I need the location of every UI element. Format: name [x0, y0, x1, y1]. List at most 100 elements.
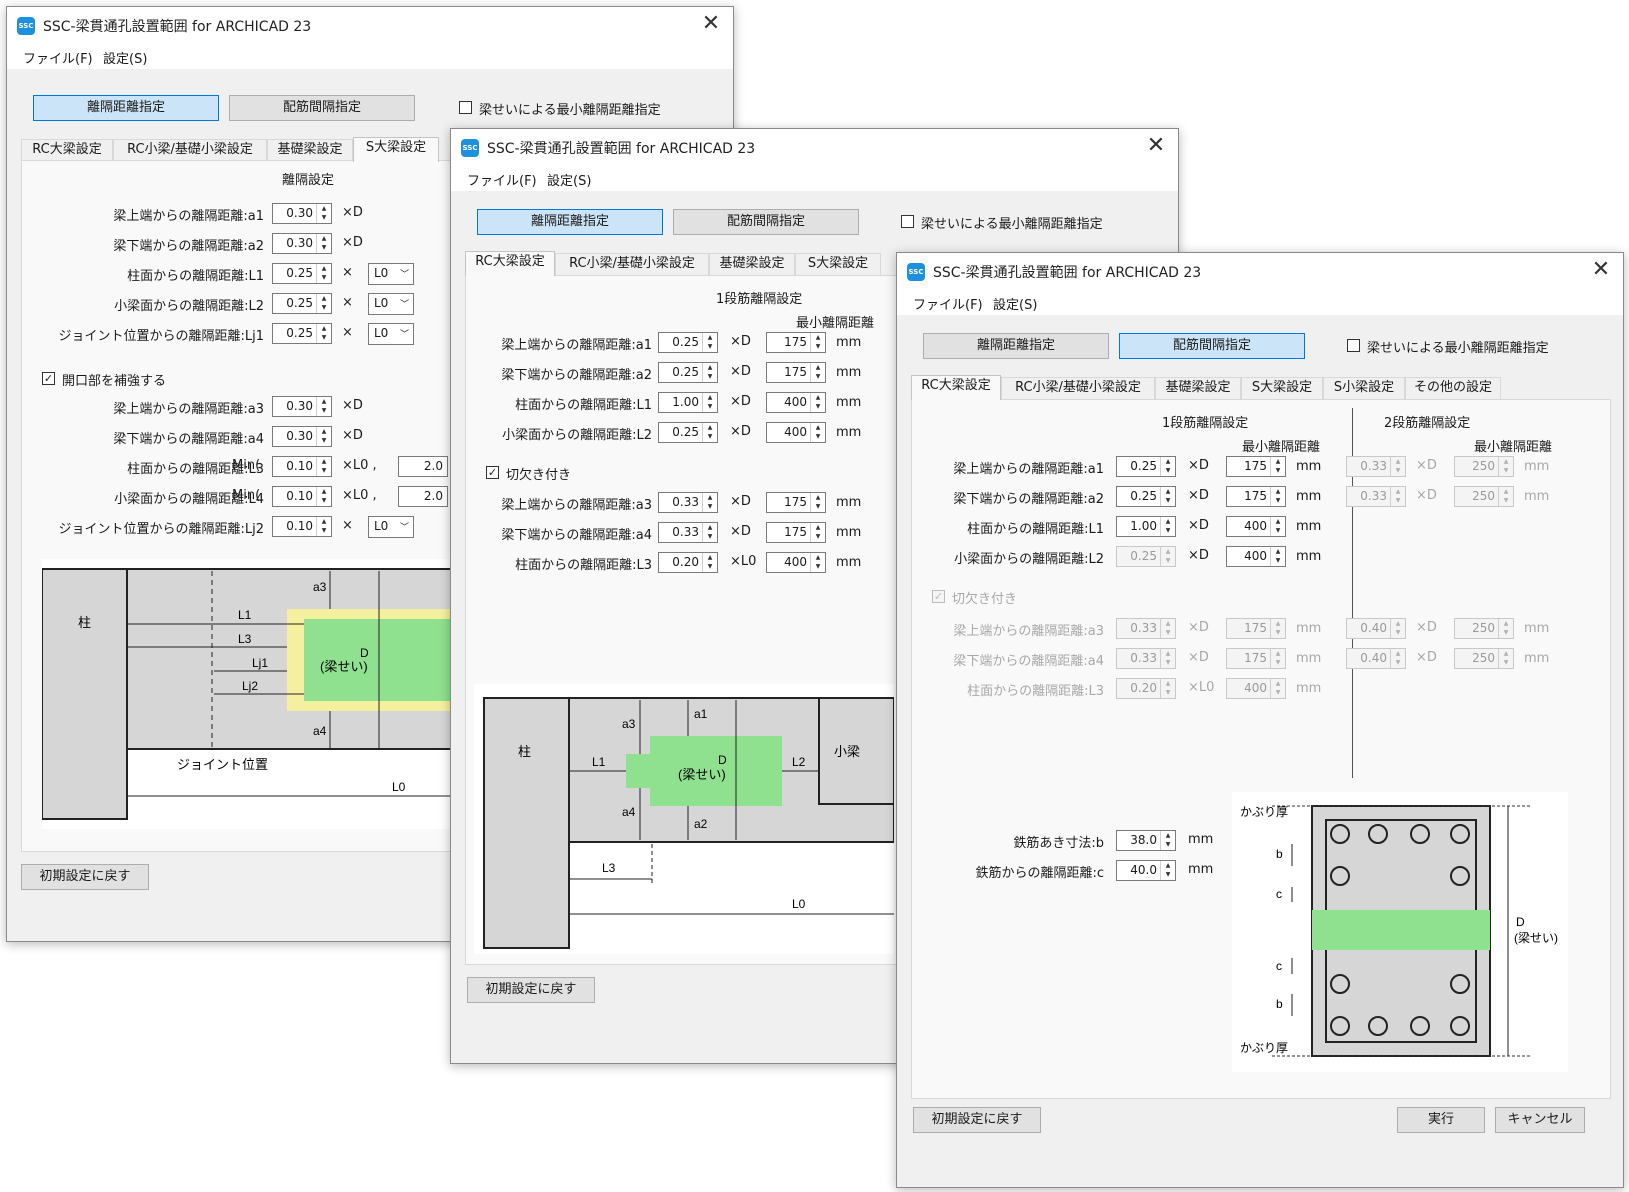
min-distance-checkbox[interactable]: [901, 215, 914, 228]
ratio-spinner[interactable]: 0.25 ▲ ▼: [1116, 456, 1176, 477]
spin-arrows-icon[interactable]: ▲ ▼: [1160, 831, 1175, 850]
min-spinner[interactable]: 175 ▲ ▼: [766, 522, 826, 543]
distance-mode-button[interactable]: 離隔距離指定: [477, 209, 663, 235]
min-spinner[interactable]: 400 ▲ ▼: [1226, 516, 1286, 537]
menu-file[interactable]: ファイル(F): [913, 294, 983, 313]
spin-arrows-icon[interactable]: ▲ ▼: [702, 333, 717, 352]
min-spinner[interactable]: 175 ▲ ▼: [1226, 648, 1286, 669]
ratio-spinner[interactable]: 0.10 ▲ ▼: [272, 486, 332, 507]
run-button[interactable]: 実行: [1397, 1107, 1485, 1133]
tab-rc-small-beam[interactable]: RC小梁/基礎小梁設定: [113, 139, 267, 161]
spin-arrows-icon[interactable]: ▲ ▼: [1160, 487, 1175, 506]
menu-settings[interactable]: 設定(S): [993, 294, 1037, 313]
ratio-spinner[interactable]: 0.20 ▲ ▼: [1116, 678, 1176, 699]
ratio-spinner[interactable]: 0.10 ▲ ▼: [272, 456, 332, 477]
spin-arrows-icon[interactable]: ▲ ▼: [1160, 861, 1175, 880]
ratio-spinner[interactable]: 0.30 ▲ ▼: [272, 233, 332, 254]
min2-spinner[interactable]: 250 ▲ ▼: [1454, 486, 1514, 507]
spin-arrows-icon[interactable]: ▲ ▼: [316, 517, 331, 536]
spin-arrows-icon[interactable]: ▲ ▼: [1270, 547, 1285, 566]
min2-spinner[interactable]: 250 ▲ ▼: [1454, 456, 1514, 477]
rebar-mode-button[interactable]: 配筋間隔指定: [673, 209, 859, 235]
ratio-spinner[interactable]: 0.20 ▲ ▼: [658, 552, 718, 573]
spin-arrows-icon[interactable]: ▲ ▼: [316, 264, 331, 283]
spin-arrows-icon[interactable]: ▲ ▼: [1160, 517, 1175, 536]
ratio-spinner[interactable]: 0.25 ▲ ▼: [272, 323, 332, 344]
ratio-spinner[interactable]: 1.00 ▲ ▼: [658, 392, 718, 413]
extra-value-field[interactable]: 2.0: [398, 456, 448, 477]
min-distance-checkbox[interactable]: [1347, 339, 1360, 352]
extra-value-field[interactable]: 2.0: [398, 486, 448, 507]
min-spinner[interactable]: 175 ▲ ▼: [1226, 486, 1286, 507]
spin-arrows-icon[interactable]: ▲ ▼: [702, 523, 717, 542]
tab-rc-main-beam[interactable]: RC大梁設定: [911, 375, 1001, 400]
close-icon[interactable]: ✕: [1587, 257, 1615, 285]
reset-button[interactable]: 初期設定に戻す: [467, 977, 595, 1003]
ratio-spinner[interactable]: 0.33 ▲ ▼: [658, 522, 718, 543]
ratio-spinner[interactable]: 0.25 ▲ ▼: [658, 362, 718, 383]
spin-arrows-icon[interactable]: ▲ ▼: [1390, 619, 1405, 638]
spin-arrows-icon[interactable]: ▲ ▼: [702, 363, 717, 382]
tab-s-main-beam[interactable]: S大梁設定: [353, 137, 439, 162]
spin-arrows-icon[interactable]: ▲ ▼: [316, 294, 331, 313]
spin-arrows-icon[interactable]: ▲ ▼: [316, 324, 331, 343]
ratio-spinner[interactable]: 0.30 ▲ ▼: [272, 426, 332, 447]
spin-arrows-icon[interactable]: ▲ ▼: [702, 423, 717, 442]
spin-arrows-icon[interactable]: ▲ ▼: [702, 493, 717, 512]
spin-arrows-icon[interactable]: ▲ ▼: [1390, 649, 1405, 668]
ratio-spinner[interactable]: 1.00 ▲ ▼: [1116, 516, 1176, 537]
ratio-spinner[interactable]: 0.10 ▲ ▼: [272, 516, 332, 537]
ratio-spinner[interactable]: 0.33 ▲ ▼: [1116, 648, 1176, 669]
distance-mode-button[interactable]: 離隔距離指定: [33, 95, 219, 121]
spin-arrows-icon[interactable]: ▲ ▼: [702, 393, 717, 412]
reset-button[interactable]: 初期設定に戻す: [21, 864, 149, 890]
rebar-mode-button[interactable]: 配筋間隔指定: [229, 95, 415, 121]
spin-arrows-icon[interactable]: ▲ ▼: [1270, 679, 1285, 698]
spin-arrows-icon[interactable]: ▲ ▼: [810, 493, 825, 512]
tab-foundation-beam[interactable]: 基礎梁設定: [267, 139, 353, 161]
menu-file[interactable]: ファイル(F): [467, 170, 537, 189]
ratio2-spinner[interactable]: 0.33 ▲ ▼: [1346, 486, 1406, 507]
spin-arrows-icon[interactable]: ▲ ▼: [810, 553, 825, 572]
spin-arrows-icon[interactable]: ▲ ▼: [810, 423, 825, 442]
ratio2-spinner[interactable]: 0.40 ▲ ▼: [1346, 618, 1406, 639]
tab-s-main-beam[interactable]: S大梁設定: [1241, 377, 1323, 399]
tab-rc-small-beam[interactable]: RC小梁/基礎小梁設定: [555, 253, 709, 275]
tab-rc-main-beam[interactable]: RC大梁設定: [21, 139, 113, 161]
min2-spinner[interactable]: 250 ▲ ▼: [1454, 618, 1514, 639]
ratio-spinner[interactable]: 0.33 ▲ ▼: [658, 492, 718, 513]
close-icon[interactable]: ✕: [697, 11, 725, 39]
min2-spinner[interactable]: 250 ▲ ▼: [1454, 648, 1514, 669]
ratio-spinner[interactable]: 0.30 ▲ ▼: [272, 203, 332, 224]
spin-arrows-icon[interactable]: ▲ ▼: [1270, 487, 1285, 506]
spin-arrows-icon[interactable]: ▲ ▼: [702, 553, 717, 572]
spin-arrows-icon[interactable]: ▲ ▼: [1160, 649, 1175, 668]
menu-settings[interactable]: 設定(S): [547, 170, 591, 189]
spin-arrows-icon[interactable]: ▲ ▼: [316, 457, 331, 476]
tab-s-small-beam[interactable]: S小梁設定: [1323, 377, 1405, 399]
menu-settings[interactable]: 設定(S): [103, 48, 147, 67]
ratio-spinner[interactable]: 0.25 ▲ ▼: [658, 422, 718, 443]
spin-arrows-icon[interactable]: ▲ ▼: [1270, 649, 1285, 668]
length-select[interactable]: L0 ﹀: [368, 293, 414, 315]
ratio2-spinner[interactable]: 0.40 ▲ ▼: [1346, 648, 1406, 669]
spin-arrows-icon[interactable]: ▲ ▼: [1498, 487, 1513, 506]
min-spinner[interactable]: 400 ▲ ▼: [766, 392, 826, 413]
spin-arrows-icon[interactable]: ▲ ▼: [316, 204, 331, 223]
ratio-spinner[interactable]: 0.25 ▲ ▼: [1116, 546, 1176, 567]
spin-arrows-icon[interactable]: ▲ ▼: [1160, 619, 1175, 638]
length-select[interactable]: L0 ﹀: [368, 516, 414, 538]
min-spinner[interactable]: 175 ▲ ▼: [1226, 618, 1286, 639]
min-spinner[interactable]: 175 ▲ ▼: [766, 332, 826, 353]
cancel-button[interactable]: キャンセル: [1495, 1107, 1585, 1133]
rebar-gap-spinner[interactable]: 38.0 ▲ ▼: [1116, 830, 1176, 851]
ratio2-spinner[interactable]: 0.33 ▲ ▼: [1346, 456, 1406, 477]
spin-arrows-icon[interactable]: ▲ ▼: [1390, 487, 1405, 506]
tab-rc-small-beam[interactable]: RC小梁/基礎小梁設定: [1001, 377, 1155, 399]
min-spinner[interactable]: 175 ▲ ▼: [1226, 456, 1286, 477]
spin-arrows-icon[interactable]: ▲ ▼: [316, 234, 331, 253]
tab-foundation-beam[interactable]: 基礎梁設定: [1155, 377, 1241, 399]
min-spinner[interactable]: 175 ▲ ▼: [766, 492, 826, 513]
spin-arrows-icon[interactable]: ▲ ▼: [810, 523, 825, 542]
spin-arrows-icon[interactable]: ▲ ▼: [1270, 619, 1285, 638]
